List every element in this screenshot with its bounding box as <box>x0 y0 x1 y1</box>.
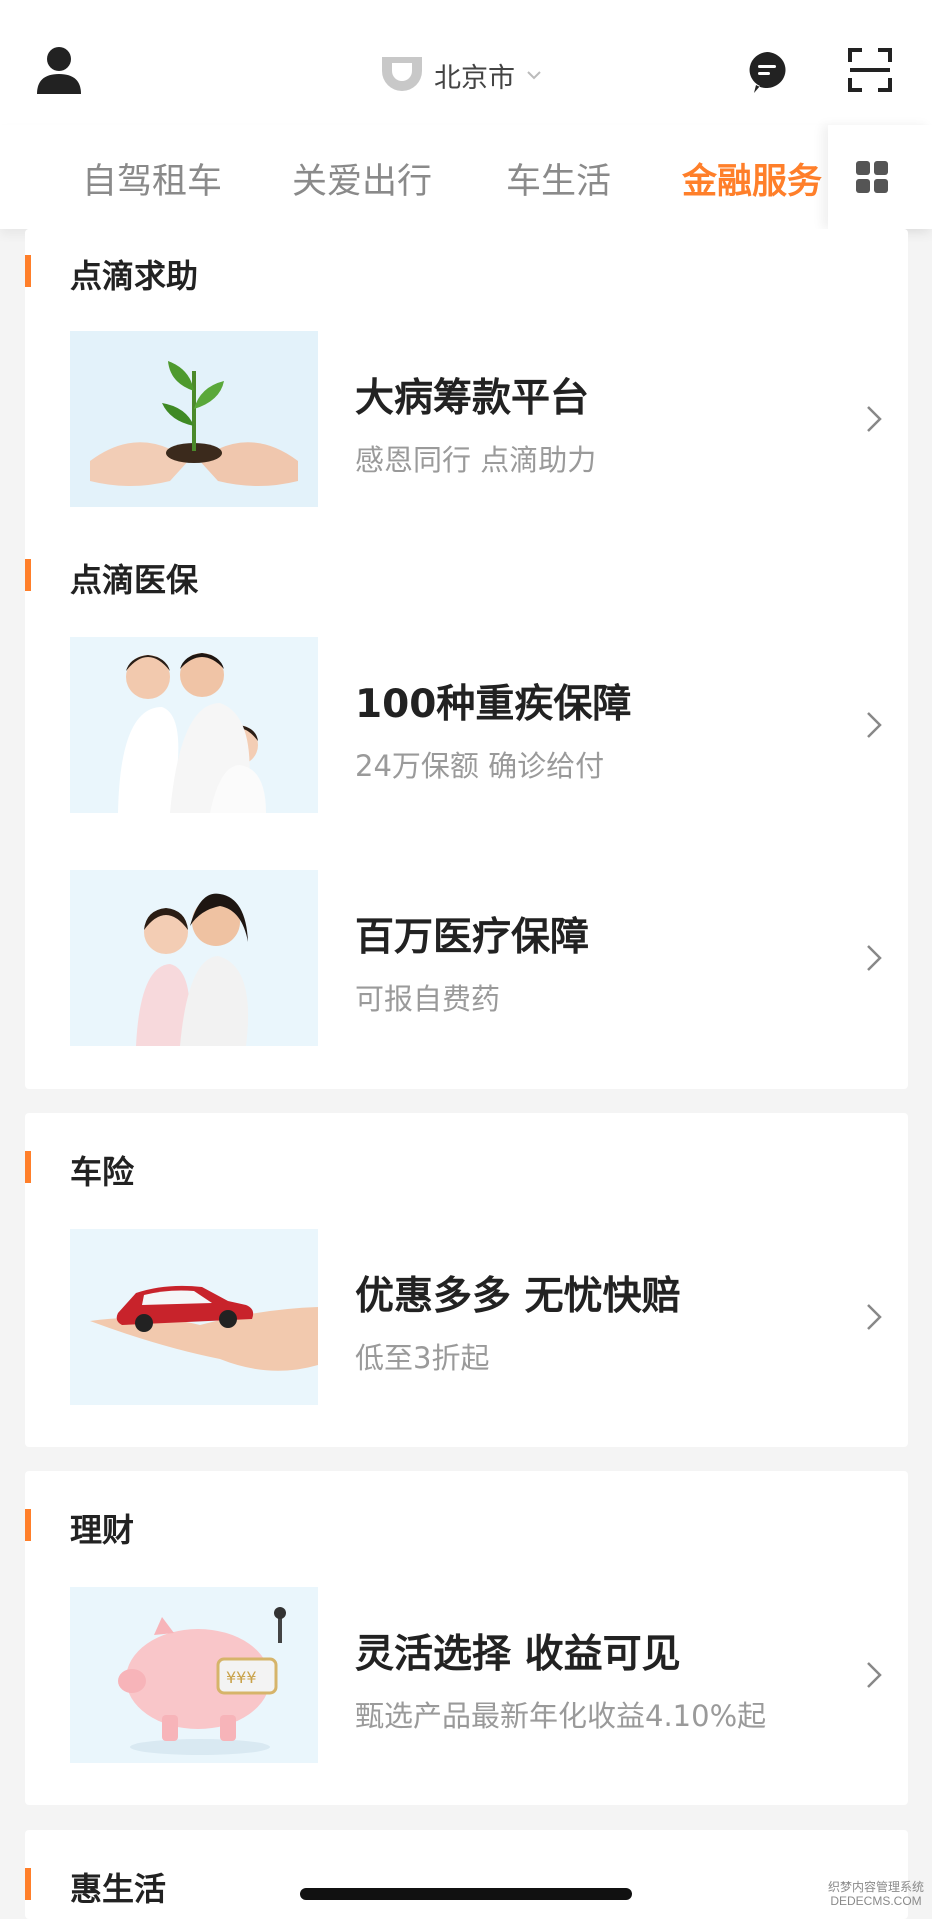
section-accent-bar <box>25 559 31 591</box>
all-categories-button[interactable] <box>828 125 932 229</box>
section-title-medical-insurance: 点滴医保 <box>70 561 199 599</box>
message-icon[interactable] <box>744 48 790 96</box>
city-name: 北京市 <box>434 62 515 94</box>
item-subtitle: 甄选产品最新年化收益4.10%起 <box>355 1699 767 1733</box>
chevron-down-icon <box>525 66 543 84</box>
user-profile-icon[interactable] <box>34 44 84 96</box>
section-accent-bar <box>25 255 31 287</box>
mother-daughter-photo-image <box>70 870 318 1046</box>
section-accent-bar <box>25 1868 31 1900</box>
home-indicator[interactable] <box>300 1888 632 1900</box>
section-title-wealth: 理财 <box>70 1511 135 1549</box>
list-item-wealth-management[interactable]: ¥¥¥ 灵活选择 收益可见 甄选产品最新年化收益4.10%起 <box>70 1587 890 1763</box>
tab-financial-services[interactable]: 金融服务 <box>682 153 822 204</box>
item-subtitle: 感恩同行 点滴助力 <box>355 443 597 477</box>
grid-icon <box>856 161 888 193</box>
tab-car-life[interactable]: 车生活 <box>506 153 611 204</box>
city-selector[interactable]: 北京市 <box>378 50 543 100</box>
list-item-critical-illness[interactable]: 100种重疾保障 24万保额 确诊给付 <box>70 637 890 813</box>
section-accent-bar <box>25 1509 31 1541</box>
piggy-bank-image: ¥¥¥ <box>70 1587 318 1763</box>
section-title-help: 点滴求助 <box>70 257 199 295</box>
list-item-million-medical[interactable]: 百万医疗保障 可报自费药 <box>70 870 890 1046</box>
chevron-right-icon <box>866 1661 882 1689</box>
item-subtitle: 低至3折起 <box>355 1341 490 1375</box>
tab-self-drive-rental[interactable]: 自驾租车 <box>82 153 222 204</box>
chevron-right-icon <box>866 1303 882 1331</box>
watermark: 织梦内容管理系统 DEDECMS.COM <box>828 1880 924 1908</box>
item-title: 100种重疾保障 <box>355 682 632 727</box>
card-wealth-management: 理财 ¥¥¥ 灵活选择 收益可见 甄选产品最新年化收益4.10%起 <box>25 1471 908 1805</box>
section-title-car-insurance: 车险 <box>70 1153 135 1191</box>
chevron-right-icon <box>866 944 882 972</box>
item-title: 大病筹款平台 <box>355 376 590 421</box>
list-item-illness-fundraising[interactable]: 大病筹款平台 感恩同行 点滴助力 <box>70 331 890 507</box>
section-title-benefit-life: 惠生活 <box>70 1870 167 1908</box>
item-title: 灵活选择 收益可见 <box>355 1632 681 1677</box>
hands-with-sprout-image <box>70 331 318 507</box>
item-subtitle: 24万保额 确诊给付 <box>355 749 605 783</box>
category-tabs: 自驾租车 关爱出行 车生活 金融服务 <box>0 125 932 229</box>
car-on-hand-image <box>70 1229 318 1405</box>
watermark-line1: 织梦内容管理系统 <box>827 1880 924 1894</box>
item-title: 优惠多多 无忧快赔 <box>355 1274 681 1319</box>
family-photo-image <box>70 637 318 813</box>
card-benefit-life: 惠生活 <box>25 1830 908 1919</box>
tab-care-travel[interactable]: 关爱出行 <box>292 153 432 204</box>
card-didi-help-insurance: 点滴求助 大病筹款平台 感恩同行 点滴助力 点滴医保 100种重疾保障 24万保… <box>25 229 908 1089</box>
svg-text:¥¥¥: ¥¥¥ <box>226 1668 257 1687</box>
chevron-right-icon <box>866 405 882 433</box>
card-car-insurance: 车险 优惠多多 无忧快赔 低至3折起 <box>25 1113 908 1447</box>
list-item-car-insurance[interactable]: 优惠多多 无忧快赔 低至3折起 <box>70 1229 890 1405</box>
item-subtitle: 可报自费药 <box>355 982 501 1016</box>
chevron-right-icon <box>866 711 882 739</box>
watermark-line2: DEDECMS.COM <box>830 1894 922 1908</box>
section-accent-bar <box>25 1151 31 1183</box>
item-title: 百万医疗保障 <box>355 915 590 960</box>
didi-logo-icon <box>378 53 426 97</box>
top-header: 北京市 <box>0 0 932 125</box>
scan-icon[interactable] <box>848 48 892 92</box>
